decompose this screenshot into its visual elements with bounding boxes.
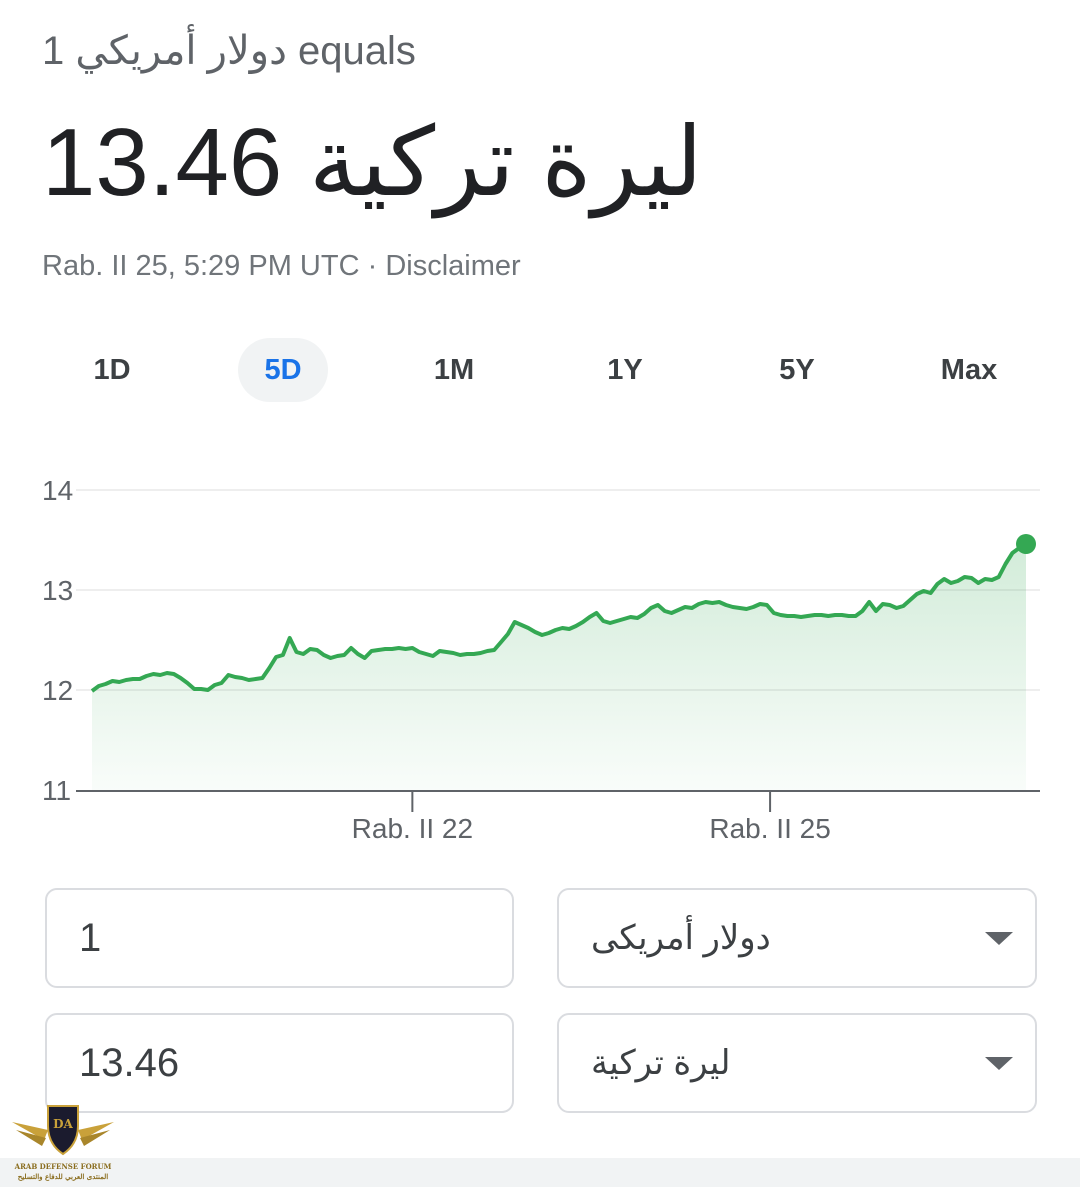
timestamp-line: Rab. II 25, 5:29 PM UTC · Disclaimer	[42, 250, 521, 283]
chevron-down-icon	[985, 1057, 1013, 1070]
currency-converter-page: 1 دولار أمريكي equals 13.46 ليرة تركية R…	[0, 0, 1080, 1187]
logo-monogram: DA	[53, 1117, 73, 1131]
timestamp: Rab. II 25, 5:29 PM UTC	[42, 250, 360, 282]
to-amount-field[interactable]	[45, 1013, 514, 1113]
exchange-rate-chart: 14 13 12 11 Rab. II 22 Rab. II 25	[0, 460, 1080, 860]
y-tick-label: 14	[42, 475, 73, 506]
separator: ·	[367, 250, 378, 282]
forum-name-arabic: المنتدى العربي للدفاع والتسليح	[17, 1172, 109, 1181]
to-currency-select[interactable]: ليرة تركية	[557, 1013, 1037, 1113]
chart-svg: 14 13 12 11 Rab. II 22 Rab. II 25	[42, 475, 1040, 844]
tab-5y[interactable]: 5Y	[752, 338, 842, 402]
converted-value: 13.46 ليرة تركية	[42, 108, 703, 218]
bottom-strip	[0, 1158, 1080, 1187]
from-currency-label: دولار أمريكى	[591, 919, 771, 957]
to-currency-label: ليرة تركية	[591, 1044, 731, 1082]
tab-1m[interactable]: 1M	[409, 338, 499, 402]
range-tabs: 1D 5D 1M 1Y 5Y Max	[0, 338, 1080, 404]
equals-text: 1 دولار أمريكي equals	[42, 29, 416, 73]
chevron-down-icon	[985, 932, 1013, 945]
forum-name: ARAB DEFENSE FORUM	[14, 1162, 112, 1171]
from-currency-select[interactable]: دولار أمريكى	[557, 888, 1037, 988]
converted-amount: 13.46	[42, 109, 283, 216]
from-amount-input[interactable]	[79, 915, 479, 961]
disclaimer-link[interactable]: Disclaimer	[385, 250, 520, 282]
eagle-shield-icon: DA	[12, 1105, 114, 1156]
to-amount-input[interactable]	[79, 1040, 479, 1086]
converted-currency-name: ليرة تركية	[308, 109, 703, 216]
y-tick-label: 11	[42, 775, 71, 806]
y-tick-label: 12	[42, 675, 73, 706]
tab-1y[interactable]: 1Y	[580, 338, 670, 402]
x-tick-label: Rab. II 22	[352, 813, 473, 844]
y-tick-label: 13	[42, 575, 73, 606]
x-tick-label: Rab. II 25	[709, 813, 830, 844]
tab-1d[interactable]: 1D	[67, 338, 157, 402]
last-point-marker	[1016, 534, 1036, 554]
tab-5d[interactable]: 5D	[238, 338, 328, 402]
tab-max[interactable]: Max	[924, 338, 1014, 402]
forum-watermark-logo: DA ARAB DEFENSE FORUM المنتدى العربي للد…	[8, 1100, 118, 1184]
area-fill	[92, 544, 1026, 790]
from-amount-field[interactable]	[45, 888, 514, 988]
